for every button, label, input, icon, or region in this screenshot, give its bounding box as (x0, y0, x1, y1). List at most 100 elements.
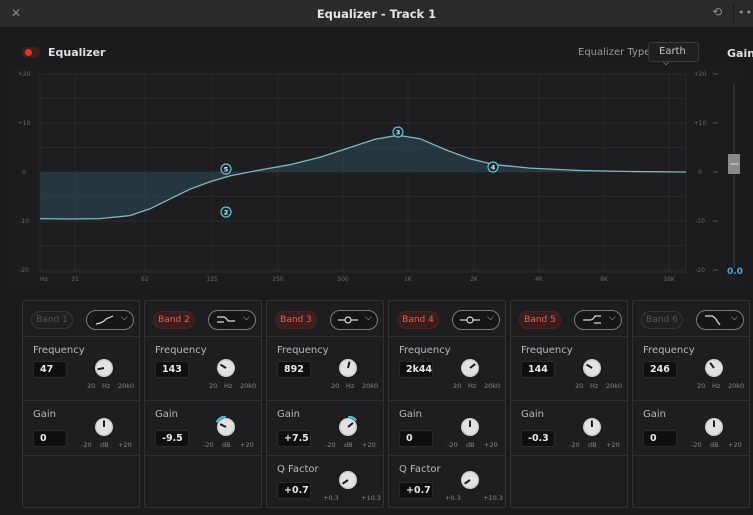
high-pass-icon (95, 315, 114, 325)
q-factor-value[interactable]: +0.7 (399, 482, 433, 499)
eq-response-graph[interactable]: +20 +20 +10 +10 0 0 -10 -10 -20 -20 Hz 31 62 125 250 5… (0, 68, 753, 290)
q-factor-label: Q Factor (277, 464, 319, 475)
frequency-value[interactable]: 246 (643, 361, 677, 378)
frequency-max: 20k0 (728, 382, 745, 390)
gain-section: Gain 0 -20 dB +20 (389, 401, 505, 456)
gain-value[interactable]: 0 (399, 430, 433, 447)
band-toggle-button[interactable]: Band 1 (31, 311, 73, 329)
frequency-label: Frequency (399, 345, 451, 356)
band-node-label: 4 (491, 163, 496, 171)
gain-knob[interactable] (93, 416, 115, 438)
x-tick-label: 500 (337, 276, 349, 283)
filter-shape-dropdown[interactable]: ⌵ (574, 310, 622, 330)
x-tick-label: Hz (40, 276, 48, 283)
band-toggle-button[interactable]: Band 3 (275, 311, 317, 329)
q-factor-knob[interactable] (337, 469, 359, 491)
y-tick-label-left: +10 (18, 120, 31, 127)
band-column-1: Band 1 ⌵ Frequency 47 20 Hz 20k0 Gain 0 … (22, 300, 140, 508)
frequency-knob[interactable] (215, 357, 237, 379)
frequency-min: 20 (453, 382, 462, 390)
frequency-max: 20k0 (240, 382, 257, 390)
gain-knob[interactable] (459, 416, 481, 438)
filter-shape-dropdown[interactable]: ⌵ (330, 310, 378, 330)
filter-shape-dropdown[interactable]: ⌵ (86, 310, 134, 330)
band-toggle-button[interactable]: Band 6 (641, 311, 683, 329)
band-column-5: Band 5 ⌵ Frequency 144 20 Hz 20k0 Gain -… (510, 300, 628, 508)
equalizer-toggle[interactable] (22, 47, 40, 58)
gain-value[interactable]: 0 (33, 430, 67, 447)
frequency-knob[interactable] (581, 357, 603, 379)
y-tick-label-left: -20 (19, 267, 29, 274)
frequency-value[interactable]: 144 (521, 361, 555, 378)
chevron-down-icon: ⌵ (487, 313, 494, 323)
q-factor-label: Q Factor (399, 464, 441, 475)
band-toggle-button[interactable]: Band 5 (519, 311, 561, 329)
frequency-min: 20 (87, 382, 96, 390)
frequency-unit: Hz (102, 382, 111, 390)
gain-knob[interactable] (703, 416, 725, 438)
gain-value[interactable]: -0.3 (521, 430, 555, 447)
filter-shape-dropdown[interactable]: ⌵ (452, 310, 500, 330)
gain-knob[interactable] (581, 416, 603, 438)
y-tick-label-left: -10 (19, 218, 29, 225)
gain-max: +20 (728, 441, 742, 449)
band-node-label: 5 (224, 165, 229, 173)
frequency-max: 20k0 (484, 382, 501, 390)
frequency-max: 20k0 (118, 382, 135, 390)
equalizer-type-dropdown[interactable]: Earth ⌵ (648, 42, 699, 67)
gain-knob[interactable] (337, 415, 359, 438)
x-tick-label: 250 (272, 276, 284, 283)
band-toggle-button[interactable]: Band 4 (397, 311, 439, 329)
frequency-section: Frequency 144 20 Hz 20k0 (511, 337, 627, 401)
frequency-value[interactable]: 143 (155, 361, 189, 378)
frequency-value[interactable]: 892 (277, 361, 311, 378)
frequency-min: 20 (575, 382, 584, 390)
equalizer-label: Equalizer (48, 46, 106, 59)
band-column-3: Band 3 ⌵ Frequency 892 20 Hz 20k0 Gain +… (266, 300, 384, 508)
q-factor-max: +10.3 (483, 494, 503, 502)
bell-icon (460, 316, 480, 324)
q-factor-min: +0.3 (445, 494, 461, 502)
frequency-knob[interactable] (337, 357, 359, 379)
frequency-section: Frequency 47 20 Hz 20k0 (23, 337, 139, 401)
x-tick-label: 1K (404, 276, 413, 283)
title-divider (733, 4, 734, 24)
x-tick-label: 125 (206, 276, 218, 283)
frequency-value[interactable]: 2k44 (399, 361, 433, 378)
frequency-unit: Hz (346, 382, 355, 390)
frequency-value[interactable]: 47 (33, 361, 67, 378)
frequency-knob[interactable] (703, 357, 725, 379)
toggle-dot (25, 49, 32, 56)
frequency-section: Frequency 143 20 Hz 20k0 (145, 337, 261, 401)
gain-value[interactable]: -9.5 (155, 430, 189, 447)
filter-shape-dropdown[interactable]: ⌵ (696, 310, 744, 330)
gain-value[interactable]: +7.5 (277, 430, 311, 447)
gain-max: +20 (484, 441, 498, 449)
frequency-section: Frequency 246 20 Hz 20k0 (633, 337, 749, 401)
frequency-label: Frequency (277, 345, 329, 356)
frequency-min: 20 (697, 382, 706, 390)
y-tick-label-right: -10 (695, 218, 705, 225)
gain-section: Gain -9.5 -20 dB +20 (145, 401, 261, 456)
more-icon[interactable]: •• (738, 6, 753, 19)
frequency-knob[interactable] (93, 357, 115, 379)
gain-value[interactable]: 0 (643, 430, 677, 447)
q-factor-section: Q Factor +0.7 +0.3 +10.3 (389, 456, 505, 508)
reset-icon[interactable]: ⟲ (708, 5, 726, 23)
gain-max: +20 (240, 441, 254, 449)
gain-knob[interactable] (215, 415, 237, 438)
equalizer-type-label: Equalizer Type (578, 47, 651, 58)
low-pass-icon (705, 315, 721, 326)
filter-shape-dropdown[interactable]: ⌵ (208, 310, 256, 330)
gain-unit: dB (222, 441, 231, 449)
low-shelf-icon (217, 316, 235, 323)
q-factor-value[interactable]: +0.7 (277, 482, 311, 499)
bell-icon (338, 316, 358, 324)
frequency-knob[interactable] (459, 357, 481, 379)
x-tick-label: 8K (600, 276, 609, 283)
gain-max: +20 (606, 441, 620, 449)
gain-min: -20 (203, 441, 214, 449)
band-toggle-button[interactable]: Band 2 (153, 311, 195, 329)
q-factor-knob[interactable] (459, 469, 481, 491)
gain-max: +20 (118, 441, 132, 449)
